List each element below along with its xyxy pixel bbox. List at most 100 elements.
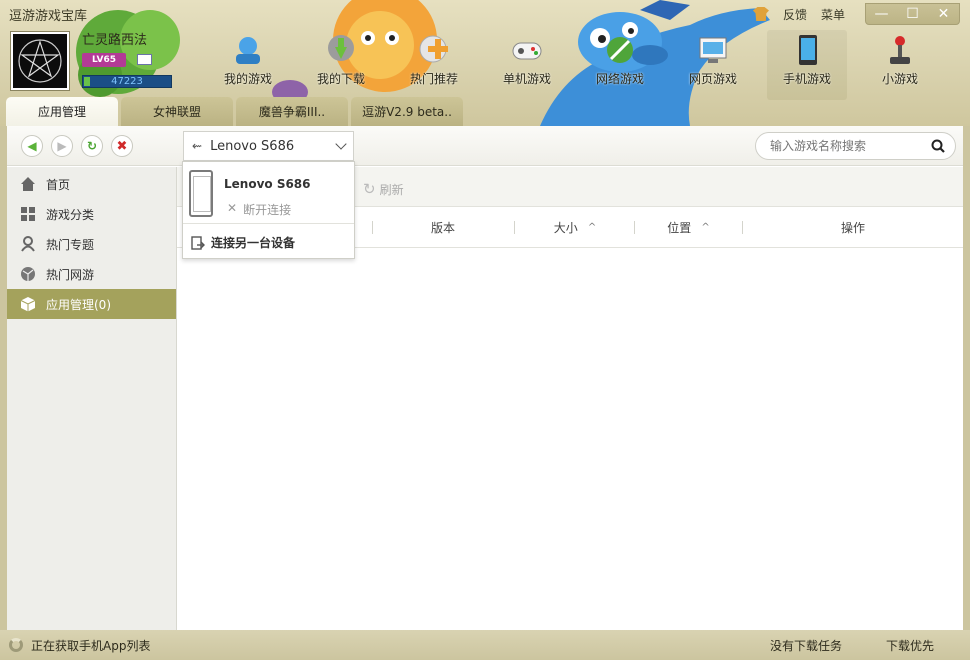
- search-input[interactable]: [770, 139, 931, 153]
- close-icon: ✕: [227, 201, 238, 215]
- nav-my-downloads[interactable]: 我的下载: [301, 30, 381, 87]
- frame-left: [0, 126, 7, 630]
- status-text: 正在获取手机App列表: [31, 638, 151, 653]
- column-action: 操作: [840, 220, 865, 235]
- column-size-label: 大小: [553, 220, 578, 235]
- connect-other-device-button[interactable]: 连接另一台设备: [191, 234, 295, 251]
- tab-douyou-beta[interactable]: 逗游V2.9 beta..: [351, 97, 463, 126]
- nav-label: 网络游戏: [595, 72, 644, 86]
- sort-up-icon: ^: [587, 221, 597, 233]
- gamepad-icon: [509, 32, 545, 68]
- skin-icon[interactable]: [752, 7, 769, 21]
- sidebar-item-online[interactable]: 热门网游: [7, 259, 176, 289]
- search-box: [755, 132, 956, 160]
- header: 逗游游戏宝库 反馈 菜单 — ☐ ✕ 亡灵路西法 LV65 47223 我的游戏…: [0, 0, 970, 126]
- phone-icon: [189, 170, 213, 217]
- column-size[interactable]: 大小 ^: [515, 207, 635, 247]
- tab-goddess-league[interactable]: 女神联盟: [121, 97, 233, 126]
- search-icon[interactable]: [931, 139, 945, 153]
- level-badge: LV65: [82, 53, 126, 67]
- nav-label: 我的游戏: [223, 72, 272, 86]
- nav-label: 小游戏: [881, 72, 918, 86]
- sidebar-item-home[interactable]: 首页: [7, 169, 176, 199]
- window-title: 逗游游戏宝库: [9, 9, 88, 24]
- no-download-task-link[interactable]: 没有下载任务: [770, 637, 842, 654]
- download-priority-link[interactable]: 下载优先: [886, 637, 934, 654]
- globe-icon: [20, 266, 36, 282]
- nav-online-games[interactable]: 网络游戏: [580, 30, 660, 87]
- usb-icon: ⇜: [192, 139, 203, 153]
- sidebar-item-label: 游戏分类: [46, 207, 95, 222]
- frame-right: [963, 126, 970, 630]
- toolbar: ◀ ▶ ↻ ✖ ⇜ Lenovo S686: [7, 126, 963, 166]
- minimize-button[interactable]: —: [866, 4, 897, 24]
- arrow-right-icon: ▶: [57, 139, 67, 153]
- close-icon: ✖: [116, 138, 128, 154]
- column-location[interactable]: 位置 ^: [635, 207, 742, 247]
- nav-single-games[interactable]: 单机游戏: [487, 30, 567, 87]
- grid-icon: [20, 206, 36, 222]
- tab-bar: 应用管理 女神联盟 魔兽争霸III.. 逗游V2.9 beta..: [6, 97, 463, 126]
- divider: [183, 223, 354, 224]
- nav-label: 热门推荐: [409, 72, 458, 86]
- device-dropdown: Lenovo S686 ✕ 断开连接 连接另一台设备: [182, 161, 355, 259]
- avatar[interactable]: [11, 32, 69, 90]
- nav-label: 手机游戏: [782, 72, 831, 86]
- device-select-label: Lenovo S686: [210, 138, 295, 154]
- status-bar: 正在获取手机App列表 没有下载任务 下载优先: [0, 630, 970, 660]
- arrow-left-icon: ◀: [27, 139, 37, 153]
- connect-other-label: 连接另一台设备: [211, 236, 296, 250]
- box-icon: [20, 296, 36, 312]
- connect-device-icon: [191, 235, 205, 250]
- disconnect-button[interactable]: ✕ 断开连接: [227, 201, 291, 218]
- nav-web-games[interactable]: 网页游戏: [673, 30, 753, 87]
- refresh-label: 刷新: [379, 182, 404, 197]
- column-version[interactable]: 版本: [373, 207, 513, 247]
- disconnect-label: 断开连接: [243, 203, 292, 217]
- device-select[interactable]: ⇜ Lenovo S686: [183, 131, 354, 161]
- user-name[interactable]: 亡灵路西法: [82, 29, 147, 48]
- nav-label: 我的下载: [316, 72, 365, 86]
- close-button[interactable]: ✕: [928, 4, 959, 24]
- back-button[interactable]: ◀: [21, 135, 43, 157]
- nav-label: 单机游戏: [502, 72, 551, 86]
- stop-button[interactable]: ✖: [111, 135, 133, 157]
- column-location-label: 位置: [667, 220, 692, 235]
- refresh-button[interactable]: ↻: [81, 135, 103, 157]
- nav-label: 网页游戏: [688, 72, 737, 86]
- forward-button[interactable]: ▶: [51, 135, 73, 157]
- joystick-icon: [882, 32, 918, 68]
- sidebar-item-topics[interactable]: 热门专题: [7, 229, 176, 259]
- my-games-icon: [230, 32, 266, 68]
- sidebar-item-app-manage[interactable]: 应用管理(0): [7, 289, 176, 319]
- topic-icon: [20, 236, 36, 252]
- web-game-icon: [695, 32, 731, 68]
- window-buttons: — ☐ ✕: [865, 3, 960, 25]
- download-icon: [323, 32, 359, 68]
- sidebar-item-label: 首页: [46, 177, 71, 192]
- feedback-link[interactable]: 反馈: [783, 6, 807, 23]
- refresh-icon: ↻: [86, 139, 98, 153]
- menu-link[interactable]: 菜单: [821, 6, 845, 23]
- mail-icon[interactable]: [137, 54, 152, 65]
- nav-mini-games[interactable]: 小游戏: [860, 30, 940, 87]
- sidebar-item-categories[interactable]: 游戏分类: [7, 199, 176, 229]
- nav-mobile-games[interactable]: 手机游戏: [767, 30, 847, 100]
- loading-spinner-icon: [9, 638, 23, 652]
- hot-recommend-icon: [416, 32, 452, 68]
- sidebar-item-label: 热门专题: [46, 237, 95, 252]
- sidebar-item-label: 应用管理(0): [46, 297, 111, 312]
- nav-hot-recommend[interactable]: 热门推荐: [394, 30, 474, 87]
- pentagram-icon: [18, 39, 62, 83]
- home-icon: [20, 176, 36, 192]
- chevron-down-icon: [335, 138, 347, 150]
- refresh-list-button[interactable]: ↻ 刷新: [363, 180, 404, 198]
- refresh-icon: ↻: [363, 180, 376, 198]
- points-bar: 47223: [82, 75, 172, 88]
- tab-app-manage[interactable]: 应用管理: [6, 97, 118, 126]
- tab-warcraft[interactable]: 魔兽争霸III..: [236, 97, 348, 126]
- mobile-game-icon: [789, 32, 825, 68]
- nav-my-games[interactable]: 我的游戏: [208, 30, 288, 87]
- maximize-button[interactable]: ☐: [897, 4, 928, 24]
- network-game-icon: [602, 32, 638, 68]
